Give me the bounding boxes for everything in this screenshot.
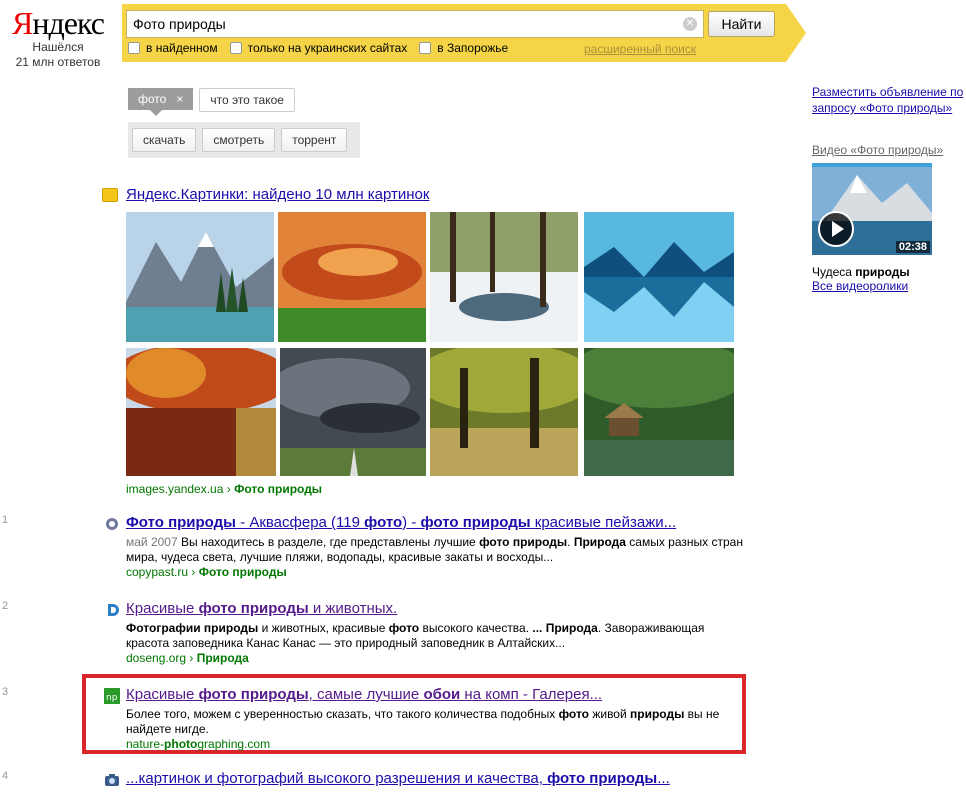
right-sidebar: Разместить объявление по запросу «Фото п…: [812, 84, 966, 293]
image-thumb-ice-cave[interactable]: [584, 212, 734, 342]
play-icon[interactable]: [818, 211, 854, 247]
advanced-search-link[interactable]: расширенный поиск: [584, 42, 696, 56]
place-ad-link[interactable]: Разместить объявление по запросу «Фото п…: [812, 84, 966, 116]
images-icon: [102, 187, 118, 202]
result-number: 1: [2, 514, 9, 526]
subtag-download[interactable]: скачать: [132, 128, 197, 152]
sub-tags: скачать смотреть торрент: [128, 122, 360, 158]
close-icon[interactable]: ×: [176, 92, 183, 106]
result-url-2[interactable]: doseng.org › Природа: [126, 651, 744, 666]
search-result-2: Красивые фото природы и животных. Фотогр…: [104, 600, 744, 666]
filter-ukrainian-sites[interactable]: только на украинских сайтах: [229, 41, 407, 55]
images-source-section[interactable]: Фото природы: [234, 482, 322, 496]
checkbox[interactable]: [128, 42, 140, 54]
result-title-part[interactable]: ...картинок и фотографий высокого разреш…: [126, 770, 670, 787]
result-title-4[interactable]: ...картинок и фотографий высокого разреш…: [126, 770, 744, 788]
result-snippet-1: май 2007 Вы находитесь в разделе, где пр…: [126, 535, 743, 564]
image-thumb-snowy-forest[interactable]: [430, 212, 578, 342]
result-title-part[interactable]: Красивые фото природы, самые лучшие обои…: [126, 686, 602, 703]
svg-text:np: np: [106, 693, 118, 703]
result-url-3[interactable]: nature-photographing.com: [126, 737, 744, 752]
all-videos-link[interactable]: Все видеоролики: [812, 279, 966, 293]
filter-in-found[interactable]: в найденном: [128, 41, 218, 55]
image-thumb-autumn-lake[interactable]: [126, 348, 276, 476]
tag-what-is-it[interactable]: что это такое: [199, 88, 295, 112]
video-thumbnail[interactable]: 02:38: [812, 163, 932, 255]
subtag-watch[interactable]: смотреть: [202, 128, 276, 152]
clear-icon[interactable]: ✕: [683, 17, 697, 31]
images-heading-link[interactable]: Яндекс.Картинки: найдено 10 млн картинок: [126, 186, 429, 203]
image-thumb-storm-clouds[interactable]: [280, 348, 426, 476]
results-count-line2: 21 млн ответов: [15, 55, 101, 69]
video-heading-link[interactable]: Видео «Фото природы»: [812, 143, 966, 157]
image-thumb-sunny-park[interactable]: [430, 348, 578, 476]
video-title: Чудеса природы: [812, 265, 910, 279]
result-snippet-3: Более того, можем с уверенностью сказать…: [126, 707, 720, 736]
checkbox[interactable]: [229, 42, 242, 54]
result-title-part[interactable]: Красивые фото природы и животных.: [126, 600, 397, 617]
search-result-3: np Красивые фото природы, самые лучшие о…: [104, 686, 744, 752]
result-title-1[interactable]: Фото природы - Аквасфера (119 фото) - фо…: [126, 514, 744, 532]
image-thumb-gazebo-pond[interactable]: [584, 348, 734, 476]
copypast-favicon-icon: [106, 518, 118, 530]
search-result-4: ...картинок и фотографий высокого разреш…: [104, 770, 744, 788]
image-thumb-sunset-field[interactable]: [278, 212, 426, 342]
search-result-1: Фото природы - Аквасфера (119 фото) - фо…: [104, 514, 744, 580]
nature-photographing-favicon-icon: np: [104, 688, 120, 704]
image-thumb-mountain-lake[interactable]: [126, 212, 274, 342]
camera-favicon-icon: [105, 774, 119, 786]
result-url-1[interactable]: copypast.ru › Фото природы: [126, 565, 744, 580]
images-source: images.yandex.ua › Фото природы: [126, 482, 323, 496]
yandex-logo-block: Яндекс Нашёлся 21 млн ответов: [8, 6, 108, 70]
result-title-2[interactable]: Красивые фото природы и животных.: [126, 600, 744, 618]
doseng-favicon-icon: [108, 604, 119, 616]
search-bar: Фото природы ✕ Найти в найденном только …: [122, 4, 806, 62]
images-source-host[interactable]: images.yandex.ua: [126, 482, 223, 496]
checkbox[interactable]: [419, 42, 432, 54]
images-heading: Яндекс.Картинки: найдено 10 млн картинок: [102, 186, 429, 203]
yandex-logo[interactable]: Яндекс: [8, 6, 108, 40]
result-number: 2: [2, 600, 9, 612]
result-title-3[interactable]: Красивые фото природы, самые лучшие обои…: [126, 686, 744, 704]
filter-zaporozhye[interactable]: в Запорожье: [419, 41, 508, 55]
result-title-part[interactable]: Фото природы - Аквасфера (119 фото) - фо…: [126, 514, 676, 531]
results-count-line1: Нашёлся: [32, 40, 84, 54]
search-button[interactable]: Найти: [708, 11, 775, 37]
tag-active-foto[interactable]: фото ×: [128, 88, 194, 116]
search-filters: в найденном только на украинских сайтах …: [128, 41, 520, 55]
subtag-torrent[interactable]: торрент: [281, 128, 348, 152]
result-number: 4: [2, 770, 9, 782]
query-refinement-tags: фото × что это такое: [128, 88, 295, 116]
result-number: 3: [2, 686, 9, 698]
search-input[interactable]: Фото природы ✕: [126, 10, 704, 38]
video-duration: 02:38: [895, 241, 930, 253]
result-snippet-2: Фотографии природы и животных, красивые …: [126, 621, 705, 650]
